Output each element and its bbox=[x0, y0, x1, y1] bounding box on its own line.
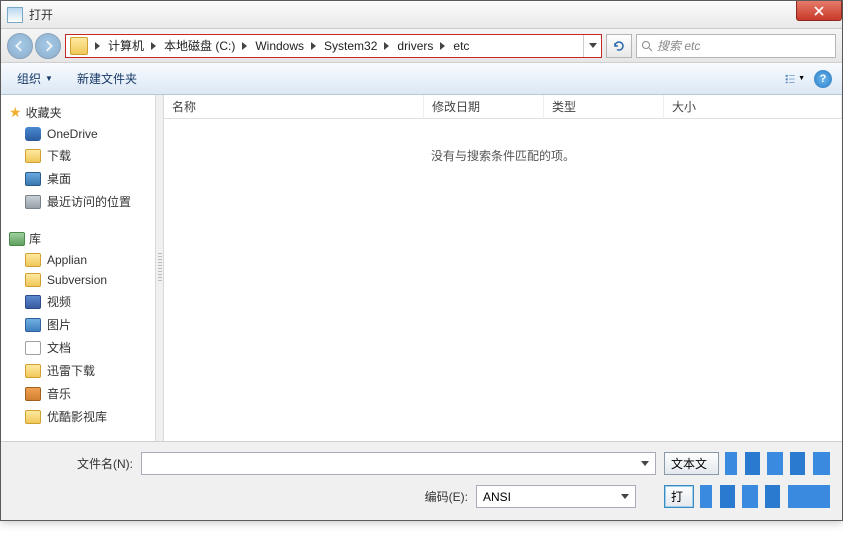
file-list[interactable]: 没有与搜索条件匹配的项。 bbox=[164, 119, 842, 441]
chevron-down-icon bbox=[621, 494, 629, 499]
content-area: 名称 修改日期 类型 大小 没有与搜索条件匹配的项。 bbox=[164, 95, 842, 441]
breadcrumb-computer[interactable]: 计算机 bbox=[102, 35, 148, 57]
bottom-panel: 文件名(N): 文本文 编码(E): ANSI 打 bbox=[1, 441, 842, 520]
encoding-row: 编码(E): ANSI 打 bbox=[13, 485, 830, 508]
column-size[interactable]: 大小 bbox=[664, 95, 842, 118]
sidebar-item-applian[interactable]: Applian bbox=[1, 250, 155, 270]
sidebar-item-subversion[interactable]: Subversion bbox=[1, 270, 155, 290]
search-input[interactable]: 搜索 etc bbox=[636, 34, 836, 58]
chevron-down-icon: ▼ bbox=[798, 75, 805, 82]
breadcrumb-drive[interactable]: 本地磁盘 (C:) bbox=[158, 35, 239, 57]
address-bar[interactable]: 计算机 本地磁盘 (C:) Windows System32 drivers e… bbox=[65, 34, 602, 58]
libraries-group: 库 Applian Subversion 视频 图片 文档 迅雷下载 音乐 优酷… bbox=[1, 227, 155, 428]
breadcrumb-separator bbox=[308, 42, 318, 50]
folder-icon bbox=[70, 37, 88, 55]
organize-button[interactable]: 组织 ▼ bbox=[9, 67, 61, 90]
search-placeholder: 搜索 etc bbox=[657, 37, 700, 54]
forward-button[interactable] bbox=[35, 33, 61, 59]
help-button[interactable]: ? bbox=[812, 68, 834, 90]
breadcrumb-etc[interactable]: etc bbox=[447, 35, 473, 57]
arrow-right-icon bbox=[42, 40, 54, 52]
obscured-region bbox=[700, 485, 830, 508]
refresh-button[interactable] bbox=[606, 34, 632, 58]
breadcrumb-separator bbox=[239, 42, 249, 50]
obscured-region bbox=[725, 452, 830, 475]
filename-input[interactable] bbox=[141, 452, 656, 475]
window-title: 打开 bbox=[29, 6, 53, 23]
libraries-header[interactable]: 库 bbox=[1, 227, 155, 250]
favorites-group: ★ 收藏夹 OneDrive 下载 桌面 最近访问的位置 bbox=[1, 101, 155, 213]
video-icon bbox=[25, 295, 41, 309]
picture-icon bbox=[25, 318, 41, 332]
sidebar-item-xunlei[interactable]: 迅雷下载 bbox=[1, 359, 155, 382]
close-button[interactable] bbox=[796, 1, 842, 21]
address-dropdown[interactable] bbox=[583, 35, 601, 57]
folder-icon bbox=[25, 149, 41, 163]
column-headers: 名称 修改日期 类型 大小 bbox=[164, 95, 842, 119]
sidebar-item-desktop[interactable]: 桌面 bbox=[1, 167, 155, 190]
sidebar-item-music[interactable]: 音乐 bbox=[1, 382, 155, 405]
breadcrumb-system32[interactable]: System32 bbox=[318, 35, 381, 57]
cloud-icon bbox=[25, 127, 41, 141]
sidebar-item-downloads[interactable]: 下载 bbox=[1, 144, 155, 167]
nav-arrows bbox=[7, 33, 61, 59]
filetype-select[interactable]: 文本文 bbox=[664, 452, 719, 475]
notepad-icon bbox=[7, 7, 23, 23]
empty-message: 没有与搜索条件匹配的项。 bbox=[431, 147, 575, 164]
nav-row: 计算机 本地磁盘 (C:) Windows System32 drivers e… bbox=[1, 29, 842, 63]
splitter[interactable] bbox=[156, 95, 164, 441]
library-icon bbox=[9, 232, 25, 246]
folder-icon bbox=[25, 410, 41, 424]
folder-icon bbox=[25, 253, 41, 267]
column-type[interactable]: 类型 bbox=[544, 95, 664, 118]
breadcrumb-separator bbox=[437, 42, 447, 50]
refresh-icon bbox=[612, 39, 626, 53]
close-icon bbox=[814, 6, 824, 16]
open-dialog: 打开 计算机 本地磁盘 (C:) Windows System32 driver… bbox=[0, 0, 843, 521]
chevron-down-icon: ▼ bbox=[45, 74, 53, 83]
sidebar-item-youku[interactable]: 优酷影视库 bbox=[1, 405, 155, 428]
filename-row: 文件名(N): 文本文 bbox=[13, 452, 830, 475]
breadcrumb-separator bbox=[92, 42, 102, 50]
column-name[interactable]: 名称 bbox=[164, 95, 424, 118]
document-icon bbox=[25, 341, 41, 355]
titlebar: 打开 bbox=[1, 1, 842, 29]
favorites-header[interactable]: ★ 收藏夹 bbox=[1, 101, 155, 124]
sidebar-item-documents[interactable]: 文档 bbox=[1, 336, 155, 359]
new-folder-button[interactable]: 新建文件夹 bbox=[69, 67, 145, 90]
sidebar-item-recent[interactable]: 最近访问的位置 bbox=[1, 190, 155, 213]
toolbar: 组织 ▼ 新建文件夹 ▼ ? bbox=[1, 63, 842, 95]
sidebar-item-pictures[interactable]: 图片 bbox=[1, 313, 155, 336]
breadcrumb-separator bbox=[148, 42, 158, 50]
sidebar-item-onedrive[interactable]: OneDrive bbox=[1, 124, 155, 144]
recent-icon bbox=[25, 195, 41, 209]
main-area: ★ 收藏夹 OneDrive 下载 桌面 最近访问的位置 库 Applian S… bbox=[1, 95, 842, 441]
breadcrumb-separator bbox=[381, 42, 391, 50]
back-button[interactable] bbox=[7, 33, 33, 59]
desktop-icon bbox=[25, 172, 41, 186]
breadcrumb-drivers[interactable]: drivers bbox=[391, 35, 437, 57]
list-view-icon bbox=[785, 72, 796, 86]
filename-label: 文件名(N): bbox=[13, 455, 133, 472]
star-icon: ★ bbox=[9, 104, 22, 121]
arrow-left-icon bbox=[14, 40, 26, 52]
music-icon bbox=[25, 387, 41, 401]
encoding-select[interactable]: ANSI bbox=[476, 485, 636, 508]
encoding-label: 编码(E): bbox=[425, 488, 468, 505]
folder-icon bbox=[25, 364, 41, 378]
sidebar-item-videos[interactable]: 视频 bbox=[1, 290, 155, 313]
open-button[interactable]: 打 bbox=[664, 485, 694, 508]
view-options-button[interactable]: ▼ bbox=[784, 68, 806, 90]
help-icon: ? bbox=[814, 70, 832, 88]
folder-icon bbox=[25, 273, 41, 287]
breadcrumb-windows[interactable]: Windows bbox=[249, 35, 308, 57]
sidebar: ★ 收藏夹 OneDrive 下载 桌面 最近访问的位置 库 Applian S… bbox=[1, 95, 156, 441]
search-icon bbox=[641, 40, 653, 52]
column-modified[interactable]: 修改日期 bbox=[424, 95, 544, 118]
chevron-down-icon bbox=[641, 461, 649, 466]
